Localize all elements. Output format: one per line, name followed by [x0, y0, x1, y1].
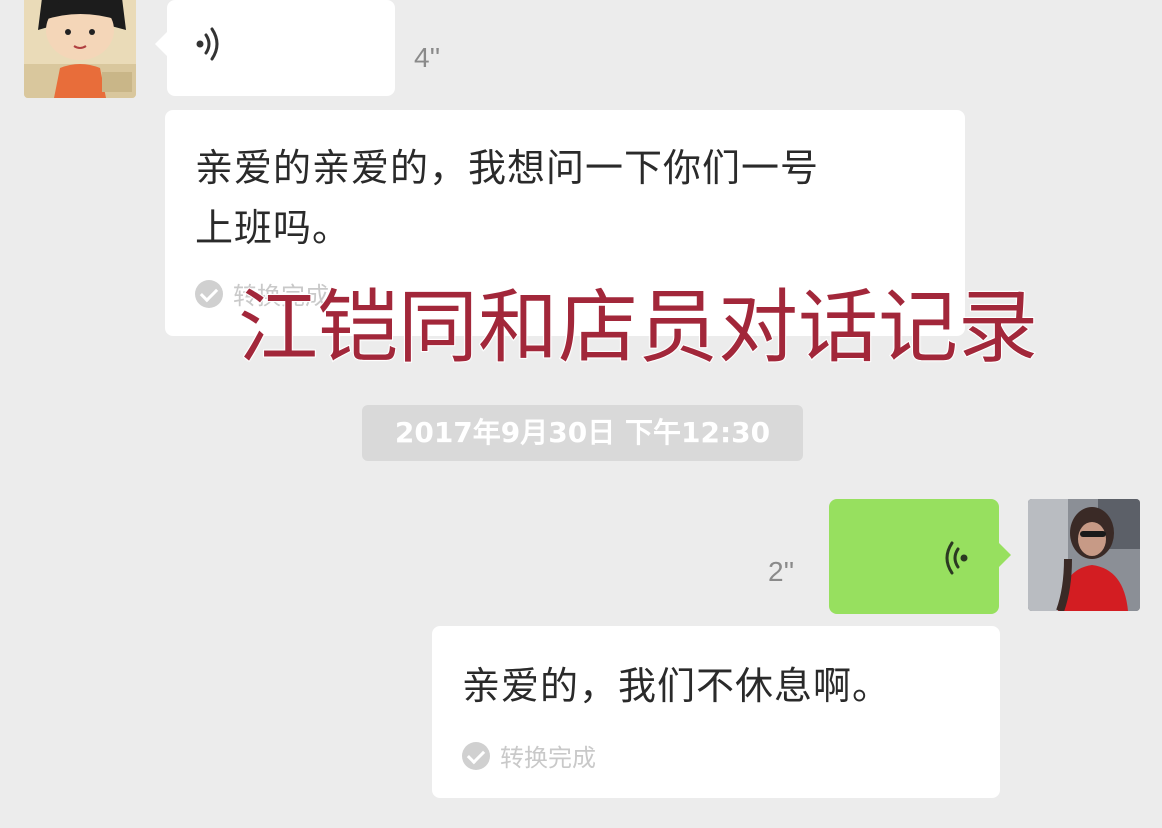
contact-avatar[interactable] [24, 0, 136, 98]
woman-photo-avatar-icon [1028, 499, 1140, 611]
my-avatar[interactable] [1028, 499, 1140, 611]
voice-wave-icon [940, 540, 970, 576]
check-circle-icon [462, 741, 490, 770]
voice-wave-icon [194, 26, 224, 62]
message-line: 上班吗。 [195, 206, 352, 250]
outgoing-voice-message[interactable] [829, 499, 1011, 614]
cartoon-girl-avatar-icon [24, 0, 136, 98]
conversion-status-label: 转换完成 [500, 744, 596, 772]
message-text: 亲爱的，我们不休息啊。 [462, 664, 892, 708]
message-timestamp: 2017年9月30日 下午12:30 [362, 405, 803, 461]
chat-screen: 4'' 亲爱的亲爱的，我想问一下你们一号 上班吗。 转换完成 2017年9月30… [0, 0, 1162, 828]
outgoing-transcribed-message[interactable]: 亲爱的，我们不休息啊。 转换完成 [432, 626, 1000, 798]
voice-duration: 2'' [768, 556, 795, 587]
check-circle-icon [195, 279, 223, 308]
overlay-caption: 江铠同和店员对话记录 [237, 280, 1039, 375]
conversion-status: 转换完成 [462, 738, 596, 773]
voice-duration: 4'' [414, 42, 441, 73]
message-line: 亲爱的亲爱的，我想问一下你们一号 [195, 146, 820, 190]
message-text: 亲爱的亲爱的，我想问一下你们一号 上班吗。 [195, 138, 935, 258]
